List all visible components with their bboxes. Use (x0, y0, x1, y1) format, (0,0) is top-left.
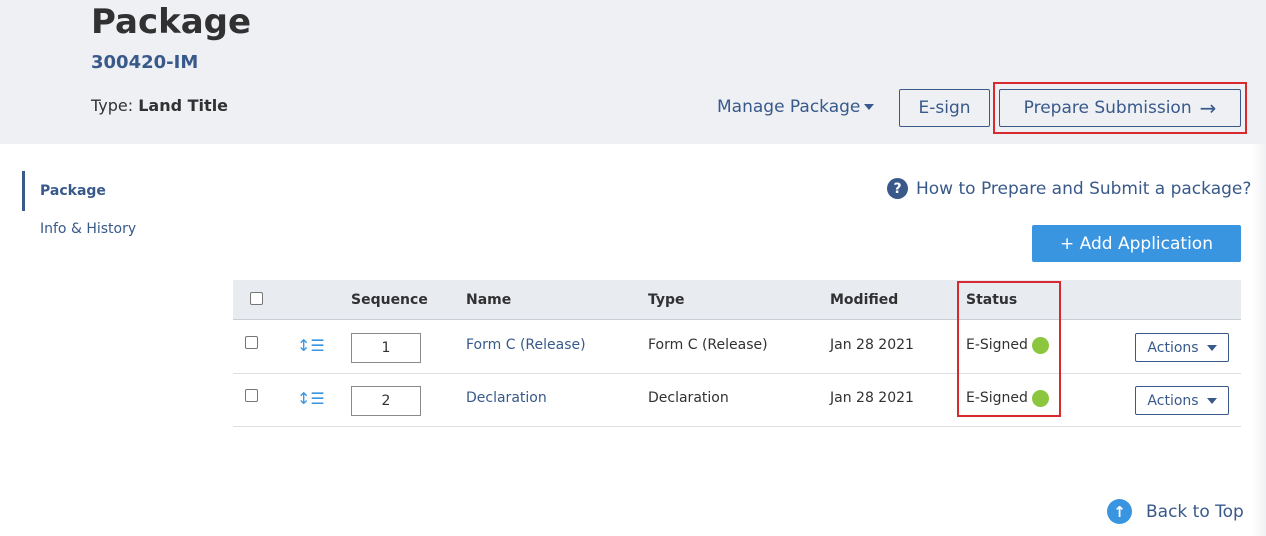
page-title: Package (91, 2, 252, 42)
table-row: ↕☰ Form C (Release) Form C (Release) Jan… (233, 321, 1241, 374)
type-label: Type: (91, 96, 134, 115)
status-cell: E-Signed (966, 321, 1049, 369)
add-application-button[interactable]: + Add Application (1032, 225, 1241, 262)
prepare-submission-label: Prepare Submission (1023, 98, 1192, 118)
status-text: E-Signed (966, 337, 1028, 353)
table-header: Sequence Name Type Modified Status (233, 280, 1241, 320)
column-header-modified: Modified (830, 292, 899, 308)
status-cell: E-Signed (966, 374, 1049, 422)
table-row: ↕☰ Declaration Declaration Jan 28 2021 E… (233, 374, 1241, 427)
esign-button[interactable]: E-sign (899, 89, 990, 127)
sidebar-item-package[interactable]: Package (22, 171, 106, 211)
select-all-checkbox[interactable] (250, 292, 263, 305)
column-header-status: Status (966, 292, 1018, 308)
page-header: Package 300420-IM Type: Land Title Manag… (0, 0, 1266, 144)
row-checkbox[interactable] (245, 389, 258, 402)
actions-label: Actions (1147, 392, 1199, 409)
arrow-right-icon: → (1199, 96, 1217, 120)
question-circle-icon: ? (887, 178, 908, 199)
caret-down-icon (1206, 397, 1217, 404)
caret-down-icon (1206, 344, 1217, 351)
sequence-input[interactable] (351, 333, 421, 363)
esign-label: E-sign (918, 98, 971, 118)
scrollbar-track[interactable] (1252, 144, 1266, 536)
reorder-icon[interactable]: ↕☰ (297, 389, 325, 408)
package-type: Type: Land Title (91, 96, 228, 115)
back-to-top-label: Back to Top (1146, 501, 1244, 522)
reorder-icon[interactable]: ↕☰ (297, 336, 325, 355)
modified-date: Jan 28 2021 (830, 390, 914, 406)
application-name-link[interactable]: Form C (Release) (466, 321, 586, 369)
application-name-link[interactable]: Declaration (466, 374, 547, 422)
caret-down-icon (864, 104, 875, 110)
sequence-input[interactable] (351, 386, 421, 416)
manage-package-label: Manage Package (717, 97, 861, 117)
type-value: Land Title (138, 96, 229, 115)
help-link[interactable]: ? How to Prepare and Submit a package? (887, 178, 1251, 199)
prepare-submission-button[interactable]: Prepare Submission → (999, 89, 1241, 127)
actions-label: Actions (1147, 339, 1199, 356)
column-header-name: Name (466, 292, 512, 308)
back-to-top-link[interactable]: ↑ Back to Top (1107, 499, 1244, 524)
modified-date: Jan 28 2021 (830, 337, 914, 353)
row-checkbox[interactable] (245, 336, 258, 349)
actions-dropdown[interactable]: Actions (1135, 386, 1229, 415)
package-id: 300420-IM (91, 52, 199, 73)
sidebar-item-info-history[interactable]: Info & History (40, 221, 136, 237)
help-label: How to Prepare and Submit a package? (916, 178, 1252, 199)
actions-dropdown[interactable]: Actions (1135, 333, 1229, 362)
arrow-up-circle-icon: ↑ (1107, 499, 1132, 524)
column-header-sequence: Sequence (351, 292, 428, 308)
status-dot-icon (1031, 336, 1049, 354)
status-text: E-Signed (966, 390, 1028, 406)
manage-package-dropdown[interactable]: Manage Package (717, 97, 875, 117)
status-dot-icon (1031, 389, 1049, 407)
column-header-type: Type (648, 292, 685, 308)
application-type: Declaration (648, 390, 729, 406)
application-type: Form C (Release) (648, 337, 768, 353)
